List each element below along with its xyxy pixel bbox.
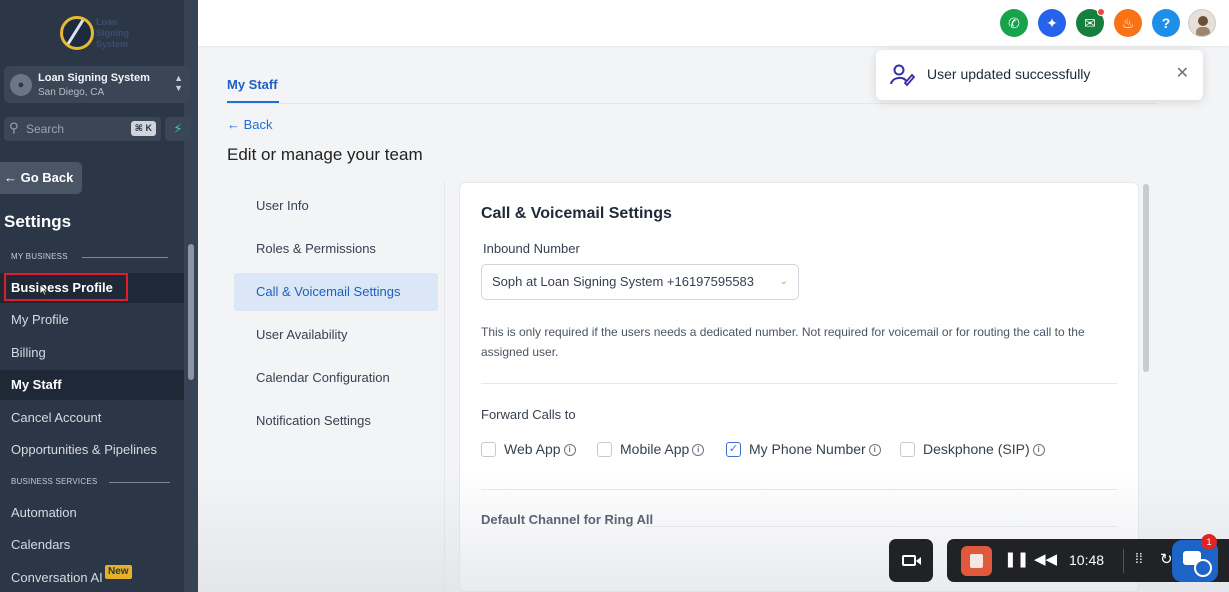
section-my-business: MY BUSINESS (11, 252, 68, 261)
logo-circle-icon (60, 16, 94, 50)
sidebar-item-opportunities-pipelines[interactable]: Opportunities & Pipelines (0, 435, 184, 465)
avatar-image (1196, 16, 1210, 36)
refresh-icon[interactable]: ↻ (1160, 550, 1173, 568)
rewind-icon[interactable]: ◀◀ (1034, 550, 1057, 568)
divider (227, 103, 1157, 104)
search-placeholder: Search (26, 122, 65, 136)
sidebar: Loan Signing System ● Loan Signing Syste… (0, 0, 198, 592)
sidebar-item-cancel-account[interactable]: Cancel Account (0, 403, 184, 433)
video-camera-icon (902, 555, 916, 566)
location-avatar-icon: ● (10, 74, 32, 96)
notification-dot (1097, 8, 1105, 16)
user-avatar[interactable] (1188, 9, 1216, 37)
sparkle-icon[interactable]: ✦ (1038, 9, 1066, 37)
toast-message: User updated successfully (927, 66, 1091, 82)
location-city: San Diego, CA (38, 87, 105, 98)
mouse-cursor-icon (39, 284, 49, 296)
stop-icon (970, 554, 983, 568)
web-app-checkbox[interactable] (481, 442, 496, 457)
chat-unread-badge: 1 (1201, 534, 1217, 550)
go-back-button[interactable]: ← Go Back (0, 162, 82, 194)
subnav-user-info[interactable]: User Info (234, 187, 438, 225)
sidebar-item-my-profile[interactable]: My Profile (0, 305, 184, 335)
toast-notification: User updated successfully ✕ (876, 50, 1203, 100)
divider (481, 489, 1117, 490)
divider (1123, 549, 1124, 573)
my-phone-number-checkbox[interactable]: ✓ (726, 442, 741, 457)
divider (82, 257, 168, 258)
search-input[interactable]: ⚲ Search ⌘ K (4, 117, 161, 141)
default-channel-label: Default Channel for Ring All (481, 512, 654, 527)
search-shortcut: ⌘ K (130, 121, 156, 136)
recording-time: 10:48 (1069, 552, 1105, 568)
card-title: Call & Voicemail Settings (481, 205, 672, 222)
card-scrollbar[interactable] (1143, 184, 1149, 372)
divider (645, 526, 1117, 527)
user-edit-icon (890, 64, 916, 87)
chevron-down-icon: ⌄ (779, 276, 788, 287)
company-logo[interactable]: Loan Signing System (60, 14, 140, 54)
sidebar-scrollbar[interactable] (188, 244, 194, 380)
divider (109, 482, 170, 483)
help-icon[interactable]: ? (1152, 9, 1180, 37)
search-icon: ⚲ (9, 120, 19, 135)
mobile-app-checkbox[interactable] (597, 442, 612, 457)
subnav-call-voicemail-settings[interactable]: Call & Voicemail Settings (234, 273, 438, 311)
section-business-services: BUSINESS SERVICES (11, 477, 98, 486)
close-icon[interactable]: ✕ (1176, 63, 1189, 83)
lightning-icon: ⚡ (173, 121, 183, 136)
sidebar-item-conversation-ai[interactable]: Conversation AI (0, 563, 184, 592)
highlight-annotation (4, 273, 128, 301)
info-icon[interactable]: i (563, 444, 576, 457)
info-icon[interactable]: i (1032, 444, 1045, 457)
forward-calls-label: Forward Calls to (481, 407, 576, 422)
sidebar-item-billing[interactable]: Billing (0, 338, 184, 368)
subnav-calendar-configuration[interactable]: Calendar Configuration (234, 359, 438, 397)
megaphone-icon[interactable]: ✉ (1076, 8, 1105, 37)
sidebar-item-calendars[interactable]: Calendars (0, 530, 184, 560)
stop-recording-button[interactable] (961, 546, 992, 576)
grid-icon[interactable]: ⁞⁞ (1135, 550, 1143, 566)
chevron-updown-icon: ▲ ▼ (174, 73, 183, 93)
location-switcher[interactable]: ● Loan Signing System San Diego, CA ▲ ▼ (4, 66, 191, 103)
inbound-number-select[interactable]: Soph at Loan Signing System +16197595583… (481, 264, 799, 300)
phone-icon[interactable]: ✆ (1000, 9, 1028, 37)
inbound-number-label: Inbound Number (483, 241, 580, 256)
tab-my-staff[interactable]: My Staff (227, 77, 278, 92)
divider (481, 383, 1117, 384)
back-link[interactable]: ← Back (227, 117, 273, 132)
page-title: Edit or manage your team (227, 145, 423, 164)
inbound-help-text: This is only required if the users needs… (481, 325, 1085, 359)
camera-button[interactable] (889, 539, 933, 582)
top-bar: ✆ ✦ ✉ ♨ ? (198, 0, 1229, 46)
bell-icon[interactable]: ♨ (1114, 9, 1142, 37)
divider (444, 182, 445, 592)
location-name: Loan Signing System (38, 72, 150, 84)
new-badge: New (105, 565, 132, 579)
sidebar-item-my-staff[interactable]: My Staff (0, 370, 184, 400)
pause-icon[interactable]: ❚❚ (1004, 550, 1029, 568)
deskphone-sip-checkbox[interactable] (900, 442, 915, 457)
subnav-user-availability[interactable]: User Availability (234, 316, 438, 354)
subnav-roles-permissions[interactable]: Roles & Permissions (234, 230, 438, 268)
quick-actions-button[interactable]: ⚡ (165, 117, 191, 141)
info-icon[interactable]: i (868, 444, 881, 457)
settings-title: Settings (4, 212, 72, 231)
subnav-notification-settings[interactable]: Notification Settings (234, 402, 438, 440)
sidebar-item-automation[interactable]: Automation (0, 498, 184, 528)
info-icon[interactable]: i (692, 444, 705, 457)
